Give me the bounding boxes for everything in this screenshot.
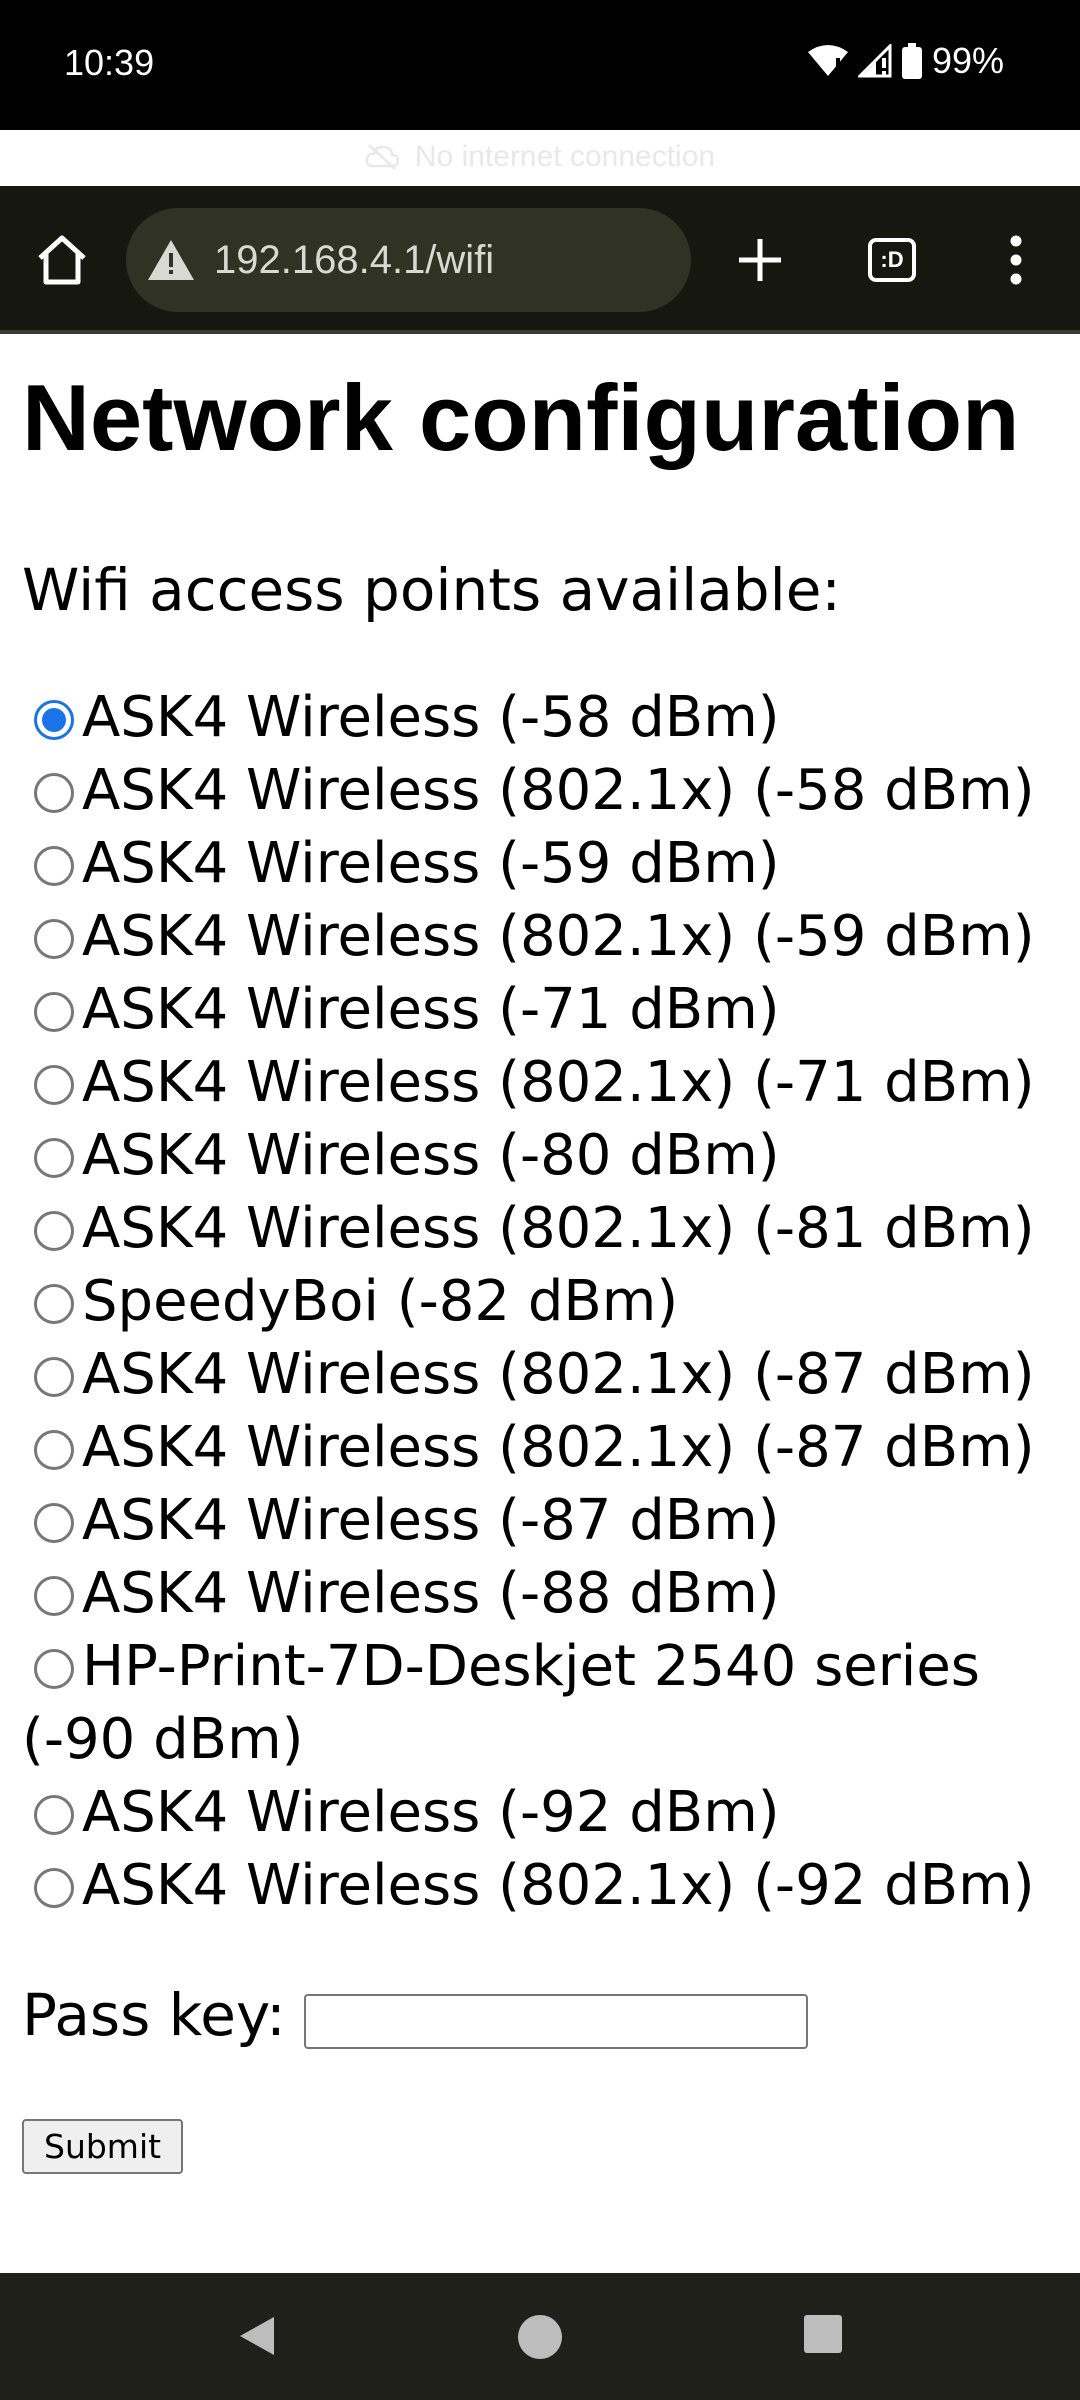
system-navigation-bar [0,2273,1080,2400]
access-point-option[interactable]: ASK4 Wireless (802.1x) (-92 dBm) [22,1849,1062,1922]
access-point-label: ASK4 Wireless (802.1x) (-71 dBm) [82,1050,1035,1116]
not-secure-warning-icon [148,240,194,280]
access-point-option[interactable]: SpeedyBoi (-82 dBm) [22,1265,1062,1338]
pass-key-input[interactable] [303,1994,808,2050]
access-point-label: ASK4 Wireless (802.1x) (-87 dBm) [82,1415,1035,1481]
cloud-off-icon [365,144,399,170]
home-nav-icon[interactable] [516,2313,564,2361]
more-menu-button[interactable] [976,220,1056,300]
access-point-option[interactable]: ASK4 Wireless (802.1x) (-59 dBm) [22,900,1062,973]
more-vert-icon [1010,235,1022,285]
radio-button[interactable] [34,1576,74,1617]
url-bar[interactable]: 192.168.4.1/wifi [126,208,691,312]
access-points-heading: Wifi access points available: [22,556,841,625]
status-icons: 99% [807,40,1004,82]
radio-button[interactable] [34,919,74,960]
wifi-signal-icon [807,45,848,76]
battery-icon [901,43,922,79]
tab-switcher-icon: :D [868,238,916,282]
recents-icon[interactable] [802,2313,844,2355]
radio-button[interactable] [34,1138,74,1179]
page-title: Network configuration [22,365,1020,470]
access-point-option[interactable]: ASK4 Wireless (802.1x) (-58 dBm) [22,754,1062,827]
access-point-option[interactable]: ASK4 Wireless (-88 dBm) [22,1557,1062,1630]
access-point-label: ASK4 Wireless (802.1x) (-58 dBm) [82,758,1035,824]
access-point-label: ASK4 Wireless (802.1x) (-59 dBm) [82,904,1035,970]
access-point-option[interactable]: ASK4 Wireless (802.1x) (-87 dBm) [22,1411,1062,1484]
access-point-option[interactable]: ASK4 Wireless (-71 dBm) [22,973,1062,1046]
status-time: 10:39 [64,42,155,83]
access-point-option[interactable]: ASK4 Wireless (802.1x) (-81 dBm) [22,1192,1062,1265]
pass-key-row: Pass key: [22,1980,1080,2050]
access-point-label: ASK4 Wireless (802.1x) (-87 dBm) [82,1342,1035,1408]
access-point-option[interactable]: HP-Print-7D-Deskjet 2540 series (-90 dBm… [22,1630,1062,1776]
back-icon[interactable] [236,2313,278,2359]
access-point-label: SpeedyBoi (-82 dBm) [82,1269,679,1335]
radio-button[interactable] [34,846,74,887]
page-content: Network configuration Wifi access points… [0,338,1080,2273]
radio-button[interactable] [34,1211,74,1252]
access-point-label: ASK4 Wireless (-80 dBm) [82,1123,780,1189]
access-point-label: ASK4 Wireless (-88 dBm) [82,1561,780,1627]
pass-key-label: Pass key: [22,1980,286,2049]
access-point-option[interactable]: ASK4 Wireless (-58 dBm) [22,681,1062,754]
access-point-option[interactable]: ASK4 Wireless (-59 dBm) [22,827,1062,900]
radio-button[interactable] [34,1649,74,1690]
access-point-label: ASK4 Wireless (-87 dBm) [82,1488,780,1554]
access-point-label: ASK4 Wireless (-92 dBm) [82,1780,780,1846]
no-internet-banner: No internet connection [0,140,1080,174]
new-tab-button[interactable] [720,220,800,300]
home-icon [38,235,86,285]
radio-button[interactable] [34,773,74,814]
radio-button[interactable] [34,1795,74,1836]
access-point-label: ASK4 Wireless (802.1x) (-92 dBm) [82,1853,1035,1919]
access-point-label: ASK4 Wireless (802.1x) (-81 dBm) [82,1196,1035,1262]
access-point-list: ASK4 Wireless (-58 dBm) ASK4 Wireless (8… [22,681,1080,1922]
access-point-label: ASK4 Wireless (-59 dBm) [82,831,780,897]
radio-button[interactable] [34,1868,74,1909]
submit-button[interactable]: Submit [22,2119,184,2175]
access-point-label: ASK4 Wireless (-71 dBm) [82,977,780,1043]
browser-toolbar: 192.168.4.1/wifi :D [0,186,1080,334]
radio-button[interactable] [34,1065,74,1106]
radio-button[interactable] [34,1503,74,1544]
battery-percent: 99% [931,40,1004,81]
tab-switcher-button[interactable]: :D [852,220,932,300]
access-point-option[interactable]: ASK4 Wireless (-80 dBm) [22,1119,1062,1192]
radio-button[interactable] [34,992,74,1033]
no-internet-text: No internet connection [414,140,716,173]
radio-button[interactable] [34,1430,74,1471]
radio-button[interactable] [34,1357,74,1398]
access-point-option[interactable]: ASK4 Wireless (-87 dBm) [22,1484,1062,1557]
access-point-option[interactable]: ASK4 Wireless (802.1x) (-87 dBm) [22,1338,1062,1411]
access-point-label: HP-Print-7D-Deskjet 2540 series (-90 dBm… [22,1634,980,1773]
access-point-option[interactable]: ASK4 Wireless (-92 dBm) [22,1776,1062,1849]
plus-icon [739,239,781,281]
status-bar: 10:39 99% [0,0,1080,130]
radio-button[interactable] [34,700,74,741]
cell-signal-icon [857,44,892,78]
tab-switcher-label: :D [880,247,904,272]
access-point-label: ASK4 Wireless (-58 dBm) [82,685,780,751]
access-point-option[interactable]: ASK4 Wireless (802.1x) (-71 dBm) [22,1046,1062,1119]
home-button[interactable] [22,220,102,300]
radio-button[interactable] [34,1284,74,1325]
url-text: 192.168.4.1/wifi [214,237,495,282]
